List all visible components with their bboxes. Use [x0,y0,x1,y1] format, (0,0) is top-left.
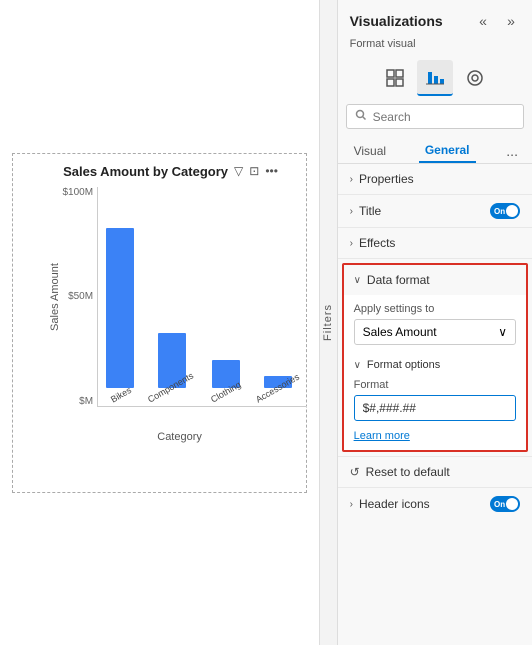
reset-icon: ↺ [350,465,360,479]
title-label: Title [359,204,381,218]
search-icon [355,109,367,124]
chart-title: Sales Amount by Category [63,164,228,179]
format-label: Format [354,379,516,391]
more-icon[interactable]: ••• [265,164,278,178]
title-chevron: › [350,206,353,217]
format-tabs-row [338,56,532,96]
header-icons-chevron: › [350,499,353,510]
format-visual-label: Format visual [338,36,532,56]
bar-group-components: Components [146,333,197,406]
title-toggle[interactable] [490,203,520,219]
toggle-thumb [506,205,518,217]
search-input[interactable] [373,110,515,124]
effects-section[interactable]: › Effects [338,228,532,259]
format-options-header[interactable]: ∨ Format options [354,355,516,379]
y-axis-label: Sales Amount [49,263,61,331]
panel-scroll[interactable]: › Properties › Title › Effects ∨ Data fo… [338,164,532,645]
tab-general[interactable]: General [419,139,476,163]
learn-more-link[interactable]: Learn more [354,430,410,442]
bars-area: Bikes Components Clothing Accessories [97,187,307,407]
filters-strip: Filters [319,0,336,645]
bar-group-accessories: Accessories [254,376,303,406]
reset-label: Reset to default [366,465,450,479]
apply-settings-label: Apply settings to [354,303,516,315]
tab-visual[interactable]: Visual [348,140,392,162]
reset-row[interactable]: ↺ Reset to default [338,456,532,487]
chart-area: Sales Amount by Category ▽ ⊡ ••• Sales A… [0,0,319,645]
expand-icon[interactable]: » [500,10,522,32]
chart-tab-icon[interactable] [417,60,453,96]
effects-label: Effects [359,236,395,250]
format-options-chevron: ∨ [354,360,361,371]
bar-group-clothing: Clothing [209,360,242,406]
y-tick-100m: $100M [63,187,94,198]
properties-chevron: › [350,174,353,185]
effects-chevron: › [350,238,353,249]
y-tick-50m: $50M [68,291,93,302]
bar-group-bikes: Bikes [106,228,134,406]
format-options-label: Format options [367,359,440,371]
chart-title-row: Sales Amount by Category ▽ ⊡ ••• [63,164,296,179]
tab-more[interactable]: ... [502,141,522,161]
apply-settings-dropdown[interactable]: Sales Amount ∨ [354,319,516,345]
data-format-section: ∨ Data format Apply settings to Sales Am… [342,263,528,452]
header-icons-toggle-thumb [506,498,518,510]
header-icons-label: Header icons [359,497,430,511]
bar-bikes [106,228,134,388]
expand-icon[interactable]: ⊡ [249,164,259,178]
collapse-icon[interactable]: « [472,10,494,32]
y-tick-0m: $M [79,396,93,407]
panel-title: Visualizations [350,13,443,29]
title-section[interactable]: › Title [338,195,532,228]
header-icons-section[interactable]: › Header icons [338,487,532,520]
grid-tab-icon[interactable] [377,60,413,96]
data-format-chevron: ∨ [354,275,361,286]
properties-section[interactable]: › Properties [338,164,532,195]
right-panel: Visualizations « » Format visual [337,0,532,645]
header-icons-toggle[interactable] [490,496,520,512]
panel-header-icons: « » [472,10,522,32]
filter-icon[interactable]: ▽ [234,164,243,178]
panel-header: Visualizations « » [338,0,532,36]
y-ticks: $100M $50M $M [63,187,93,407]
filters-label: Filters [322,304,334,341]
tab-row: Visual General ... [338,135,532,164]
chart-inner: Sales Amount $100M $50M $M Bikes Compone… [63,187,296,407]
data-format-header[interactable]: ∨ Data format [344,265,526,295]
properties-label: Properties [359,172,414,186]
format-input[interactable] [354,395,516,421]
analytics-tab-icon[interactable] [457,60,493,96]
x-axis-label: Category [63,431,296,443]
dropdown-value: Sales Amount [363,325,437,339]
data-format-body: Apply settings to Sales Amount ∨ ∨ Forma… [344,295,526,450]
data-format-label: Data format [367,273,430,287]
dropdown-arrow: ∨ [498,325,507,339]
chart-container: Sales Amount by Category ▽ ⊡ ••• Sales A… [12,153,307,493]
search-box[interactable] [346,104,524,129]
